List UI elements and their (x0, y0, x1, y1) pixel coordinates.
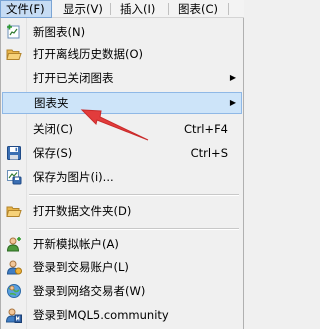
menu-bar: 文件(F) 显示(V) 插入(I) 图表(C) (0, 0, 244, 18)
menu-item-label: 新图表(N) (33, 25, 86, 39)
menubar-divider (228, 3, 229, 15)
submenu-arrow-icon: ▶ (229, 98, 236, 107)
user-login-icon (6, 259, 22, 275)
folder-icon (6, 203, 22, 219)
menu-view[interactable]: 显示(V) (58, 0, 108, 18)
menu-separator (29, 194, 239, 196)
menubar-divider (168, 3, 169, 15)
menu-insert[interactable]: 插入(I) (115, 0, 160, 18)
menu-item-label: 打开离线历史数据(O) (33, 47, 144, 61)
menu-item-close[interactable]: 关闭(C) Ctrl+F4 (2, 118, 242, 140)
submenu-arrow-icon: ▶ (229, 73, 236, 82)
menu-item-login-mql5[interactable]: 登录到MQL5.community (2, 304, 242, 326)
shortcut-label: Ctrl+S (190, 146, 228, 160)
save-icon (6, 145, 22, 161)
file-dropdown-menu: 新图表(N) 打开离线历史数据(O) 打开已关闭图表 ▶ 图表夹 ▶ 关闭(C)… (0, 18, 244, 329)
menu-item-profiles[interactable]: 图表夹 ▶ (2, 92, 242, 114)
menu-item-save[interactable]: 保存(S) Ctrl+S (2, 142, 242, 164)
menu-item-label: 保存为图片(i)... (33, 170, 114, 184)
menu-item-save-as-picture[interactable]: 保存为图片(i)... (2, 166, 242, 188)
menu-item-label: 打开已关闭图表 (33, 71, 114, 85)
menu-item-label: 登录到MQL5.community (33, 308, 169, 322)
new-chart-icon (6, 24, 22, 40)
menu-item-label: 登录到交易账户(L) (33, 260, 129, 274)
picture-icon (6, 169, 22, 185)
menu-item-label: 关闭(C) (33, 122, 74, 136)
menu-item-label: 登录到网络交易者(W) (33, 284, 146, 298)
menu-item-open-closed-charts[interactable]: 打开已关闭图表 ▶ (2, 67, 242, 89)
menu-file[interactable]: 文件(F) (0, 0, 52, 18)
menu-charts[interactable]: 图表(C) (173, 0, 223, 18)
menu-item-label: 保存(S) (33, 146, 73, 160)
menu-item-login-web-trader[interactable]: 登录到网络交易者(W) (2, 280, 242, 302)
menu-item-new-chart[interactable]: 新图表(N) (2, 21, 242, 43)
menu-item-label: 图表夹 (34, 96, 69, 110)
menu-item-open-data-folder[interactable]: 打开数据文件夹(D) (2, 200, 242, 222)
mql5-icon (6, 307, 22, 323)
menu-item-label: 打开数据文件夹(D) (33, 204, 132, 218)
menu-item-label: 开新模拟帐户(A) (33, 237, 119, 251)
open-folder-icon (6, 46, 22, 62)
menu-item-login-trade-account[interactable]: 登录到交易账户(L) (2, 256, 242, 278)
menu-item-open-demo-account[interactable]: 开新模拟帐户(A) (2, 233, 242, 255)
shortcut-label: Ctrl+F4 (183, 122, 228, 136)
menu-item-open-offline[interactable]: 打开离线历史数据(O) (2, 43, 242, 65)
web-trader-icon (6, 283, 22, 299)
menu-separator (29, 228, 239, 230)
user-add-icon (6, 236, 22, 252)
menubar-divider (110, 3, 111, 15)
